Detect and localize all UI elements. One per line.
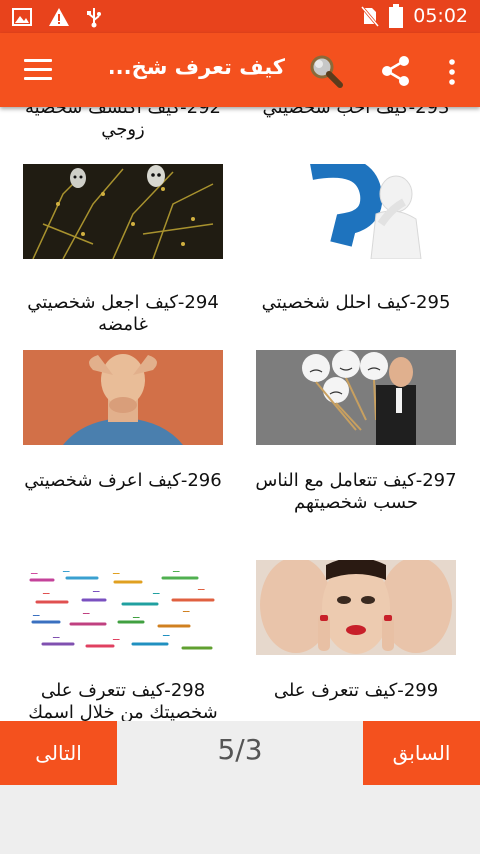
item-thumbnail bbox=[256, 164, 456, 259]
list-item[interactable]: ــ ــ ــ ــ ــ ــ ــ ــ ــ ــ ــ ــ ــ ــ ــ ــ 29… bbox=[23, 560, 223, 721]
page-indicator: 5/3 bbox=[217, 733, 263, 766]
list-item[interactable]: 296-كيف اعرف شخصيتي bbox=[23, 350, 223, 491]
item-caption: 294-كيف اجعل شخصيتي غامضه bbox=[27, 292, 219, 335]
svg-text:ــ: ــ bbox=[112, 564, 120, 577]
item-thumbnail bbox=[23, 350, 223, 445]
item-caption: 293-كيف احب شخصيتي bbox=[262, 107, 450, 118]
status-bar: 05:02 bbox=[0, 0, 480, 33]
item-caption: 296-كيف اعرف شخصيتي bbox=[24, 470, 222, 491]
no-sim-icon bbox=[361, 6, 380, 27]
item-caption: 299-كيف تتعرف على bbox=[273, 680, 439, 701]
item-caption: 295-كيف احلل شخصيتي bbox=[261, 292, 451, 313]
item-thumbnail bbox=[23, 164, 223, 259]
item-caption: 292-كيف اكتشف شخصية زوجي bbox=[24, 107, 222, 140]
warning-icon bbox=[49, 8, 69, 26]
svg-text:ــ: ــ bbox=[82, 604, 90, 617]
svg-text:ــ: ــ bbox=[112, 630, 120, 643]
more-options-icon[interactable] bbox=[444, 59, 460, 85]
svg-text:ــ: ــ bbox=[62, 562, 70, 575]
search-icon[interactable] bbox=[308, 53, 344, 89]
svg-text:ــ: ــ bbox=[42, 584, 50, 597]
app-bar: كيف تعرف شخ... bbox=[0, 33, 480, 107]
list-item[interactable]: 299-كيف تتعرف على bbox=[256, 560, 456, 701]
pager-bar: التالى 5/3 السابق bbox=[0, 721, 480, 785]
svg-text:ــ: ــ bbox=[132, 608, 140, 621]
svg-text:ــ: ــ bbox=[162, 626, 170, 639]
svg-text:ــ: ــ bbox=[30, 564, 38, 577]
page-title: كيف تعرف شخ... bbox=[110, 55, 285, 79]
item-thumbnail bbox=[256, 350, 456, 445]
svg-text:ــ: ــ bbox=[32, 606, 40, 619]
svg-text:ــ: ــ bbox=[152, 584, 160, 597]
item-caption: 297-كيف تتعامل مع الناس حسب شخصيتهم bbox=[255, 470, 457, 513]
previous-button[interactable]: السابق bbox=[363, 721, 480, 785]
item-thumbnail bbox=[256, 560, 456, 655]
svg-text:ــ: ــ bbox=[92, 582, 100, 595]
status-time: 05:02 bbox=[413, 5, 468, 27]
svg-text:ــ: ــ bbox=[52, 628, 60, 641]
svg-text:ــ: ــ bbox=[172, 562, 180, 575]
hamburger-menu-icon[interactable] bbox=[24, 59, 52, 81]
share-icon[interactable] bbox=[380, 55, 412, 87]
articles-grid[interactable]: 292-كيف اكتشف شخصية زوجي 293-كيف احب شخص… bbox=[0, 107, 480, 721]
svg-text:ــ: ــ bbox=[182, 602, 190, 615]
item-thumbnail: ــ ــ ــ ــ ــ ــ ــ ــ ــ ــ ــ ــ ــ ــ ــ ــ bbox=[23, 560, 223, 655]
list-item[interactable]: 295-كيف احلل شخصيتي bbox=[256, 164, 456, 313]
list-item[interactable]: 297-كيف تتعامل مع الناس حسب شخصيتهم bbox=[255, 350, 457, 513]
battery-icon bbox=[389, 4, 404, 28]
footer-area bbox=[0, 785, 480, 854]
item-caption: 298-كيف تتعرف على شخصيتك من خلال اسمك bbox=[28, 680, 218, 721]
usb-icon bbox=[87, 8, 101, 28]
image-notification-icon bbox=[12, 8, 32, 26]
list-item[interactable]: 294-كيف اجعل شخصيتي غامضه bbox=[23, 164, 223, 335]
next-button[interactable]: التالى bbox=[0, 721, 117, 785]
svg-text:ــ: ــ bbox=[197, 580, 205, 593]
